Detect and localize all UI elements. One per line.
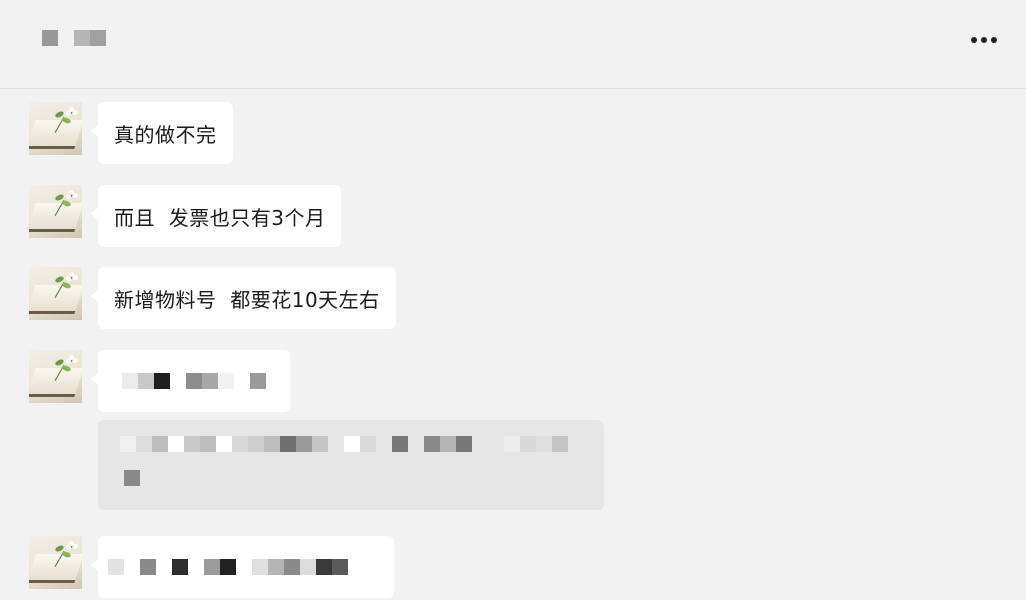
mosaic-pixel: [408, 436, 424, 452]
more-dots-icon[interactable]: [964, 26, 1004, 54]
quoted-message[interactable]: [98, 420, 604, 510]
mosaic-pixel: [440, 436, 456, 452]
message-text: 新增物料号 都要花10天左右: [114, 287, 380, 312]
mosaic-pixel: [168, 436, 184, 452]
mosaic-pixel: [488, 436, 504, 452]
mosaic-pixel: [332, 559, 348, 575]
book-shape: [29, 203, 82, 232]
mosaic-pixel: [360, 436, 376, 452]
mosaic-pixel: [202, 373, 218, 389]
mosaic-pixel: [120, 436, 136, 452]
chat-title-redacted: [42, 30, 106, 46]
mosaic-pixel: [268, 559, 284, 575]
mosaic-pixel: [124, 470, 140, 486]
flower: [69, 355, 74, 360]
mosaic-pixel: [122, 373, 138, 389]
mosaic-pixel: [170, 373, 186, 389]
mosaic-pixel: [280, 436, 296, 452]
avatar[interactable]: [29, 536, 82, 589]
dot: [991, 37, 997, 43]
mosaic-pixel: [504, 436, 520, 452]
flower: [69, 107, 74, 112]
mosaic-pixel: [138, 373, 154, 389]
mosaic-pixel: [140, 559, 156, 575]
avatar[interactable]: [29, 102, 82, 155]
mosaic-pixel: [188, 559, 204, 575]
mosaic-pixel: [316, 559, 332, 575]
mosaic-pixel: [58, 30, 74, 46]
message-bubble-redacted[interactable]: [91, 350, 290, 412]
chat-header: [0, 0, 1026, 89]
mosaic-pixel: [74, 30, 90, 46]
mosaic-pixel: [156, 559, 172, 575]
mosaic-pixel: [216, 436, 232, 452]
mosaic-pixel: [236, 559, 252, 575]
mosaic-pixel: [284, 559, 300, 575]
redacted-pixels: [108, 559, 348, 575]
mosaic-pixel: [252, 559, 268, 575]
mosaic-pixel: [248, 436, 264, 452]
mosaic-pixel: [250, 373, 266, 389]
mosaic-pixel: [234, 373, 250, 389]
message-bubble[interactable]: 而且 发票也只有3个月: [90, 185, 342, 247]
mosaic-pixel: [42, 30, 58, 46]
mosaic-pixel: [312, 436, 328, 452]
message-text: 而且 发票也只有3个月: [114, 205, 326, 230]
flower: [69, 541, 74, 546]
mosaic-pixel: [108, 559, 124, 575]
dot: [971, 37, 977, 43]
mosaic-pixel: [456, 436, 472, 452]
mosaic-pixel: [220, 559, 236, 575]
flower: [69, 272, 74, 277]
mosaic-pixel: [520, 436, 536, 452]
mosaic-pixel: [152, 436, 168, 452]
book-shape: [29, 120, 82, 149]
message-text: 真的做不完: [114, 122, 217, 147]
redacted-pixels: [124, 470, 140, 486]
avatar[interactable]: [29, 185, 82, 238]
mosaic-pixel: [232, 436, 248, 452]
mosaic-pixel: [90, 30, 106, 46]
mosaic-pixel: [552, 436, 568, 452]
mosaic-pixel: [186, 373, 202, 389]
mosaic-pixel: [376, 436, 392, 452]
mosaic-pixel: [328, 436, 344, 452]
mosaic-pixel: [536, 436, 552, 452]
dot: [981, 37, 987, 43]
mosaic-pixel: [172, 559, 188, 575]
mosaic-pixel: [154, 373, 170, 389]
redacted-pixels: [122, 373, 266, 389]
avatar[interactable]: [29, 267, 82, 320]
mosaic-pixel: [136, 436, 152, 452]
mosaic-pixel: [392, 436, 408, 452]
avatar[interactable]: [29, 350, 82, 403]
book-shape: [29, 554, 82, 583]
message-bubble[interactable]: 新增物料号 都要花10天左右: [91, 267, 396, 329]
mosaic-pixel: [300, 559, 316, 575]
mosaic-pixel: [218, 373, 234, 389]
message-bubble[interactable]: 真的做不完: [91, 102, 233, 164]
redacted-pixels: [120, 436, 568, 452]
mosaic-pixel: [296, 436, 312, 452]
message-bubble-redacted[interactable]: [91, 536, 394, 598]
mosaic-pixel: [200, 436, 216, 452]
mosaic-pixel: [424, 436, 440, 452]
flower: [69, 190, 74, 195]
mosaic-pixel: [184, 436, 200, 452]
mosaic-pixel: [204, 559, 220, 575]
book-shape: [29, 285, 82, 314]
mosaic-pixel: [472, 436, 488, 452]
mosaic-pixel: [264, 436, 280, 452]
mosaic-pixel: [124, 559, 140, 575]
book-shape: [29, 368, 82, 397]
mosaic-pixel: [344, 436, 360, 452]
